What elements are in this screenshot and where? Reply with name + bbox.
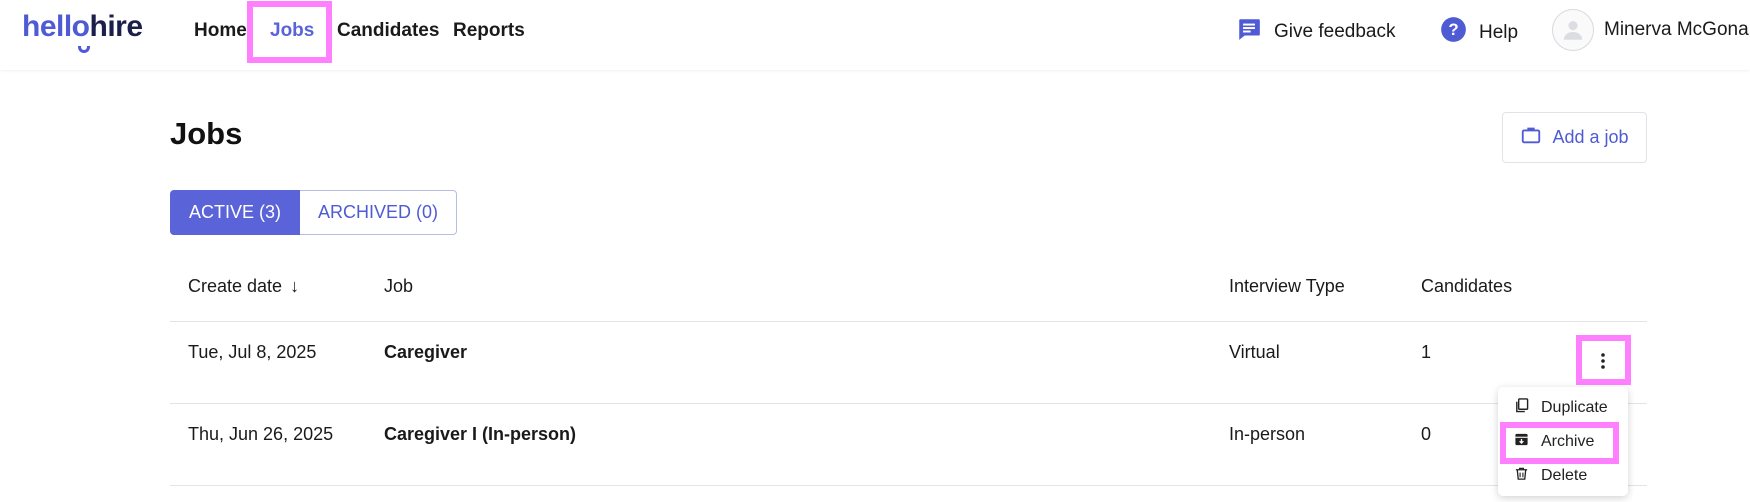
briefcase-icon [1520,124,1542,151]
avatar [1552,9,1594,51]
help-label: Help [1479,21,1519,43]
tab-active[interactable]: ACTIVE (3) [170,190,301,235]
trash-icon [1514,466,1529,486]
nav-candidates[interactable]: Candidates [337,20,439,42]
user-name: Minerva McGona... [1604,19,1750,40]
row-candidates-count: 0 [1421,424,1432,444]
logo-smile-mark [78,46,90,53]
row-create-date: Tue, Jul 8, 2025 [188,342,317,362]
user-avatar-icon [1563,21,1583,40]
menu-item-duplicate[interactable]: Duplicate [1498,391,1628,425]
highlight-archive [1500,422,1619,464]
give-feedback-label: Give feedback [1274,21,1396,42]
column-job: Job [384,276,414,296]
row-create-date: Thu, Jun 26, 2025 [188,424,334,444]
feedback-icon [1236,16,1262,48]
tab-archived[interactable]: ARCHIVED (0) [300,190,458,235]
sort-down-icon: ↓ [290,276,300,296]
nav-reports[interactable]: Reports [453,20,525,42]
highlight-row-actions [1576,335,1631,385]
page-title: Jobs [170,116,243,151]
row-candidates-count: 1 [1421,342,1432,362]
row-interview-type: Virtual [1229,342,1280,362]
row-divider [170,485,1647,486]
highlight-nav-jobs [247,1,332,63]
add-job-button[interactable]: Add a job [1502,112,1647,163]
menu-item-delete[interactable]: Delete [1498,459,1628,493]
row-divider [170,403,1647,404]
add-job-label: Add a job [1552,127,1629,147]
help-button[interactable]: ? Help [1440,16,1518,49]
job-status-tabs: ACTIVE (3) ARCHIVED (0) [170,190,458,235]
duplicate-icon [1514,398,1529,418]
hellohire-logo[interactable]: hellohire [22,10,143,53]
row-job-title[interactable]: Caregiver [384,342,467,363]
row-interview-type: In-person [1229,424,1306,444]
svg-text:?: ? [1448,20,1458,39]
give-feedback-button[interactable]: Give feedback [1236,16,1395,48]
column-interview-type: Interview Type [1229,276,1345,296]
top-navigation-bar: hellohire Home Jobs Candidates Reports G… [0,0,1750,70]
column-create-date[interactable]: Create date ↓ [188,276,299,297]
row-job-title[interactable]: Caregiver I (In-person) [384,424,576,445]
column-candidates: Candidates [1421,276,1513,296]
help-icon: ? [1440,16,1467,49]
header-divider [170,321,1647,322]
user-menu[interactable]: Minerva McGona... [1552,9,1750,51]
nav-home[interactable]: Home [194,20,247,42]
